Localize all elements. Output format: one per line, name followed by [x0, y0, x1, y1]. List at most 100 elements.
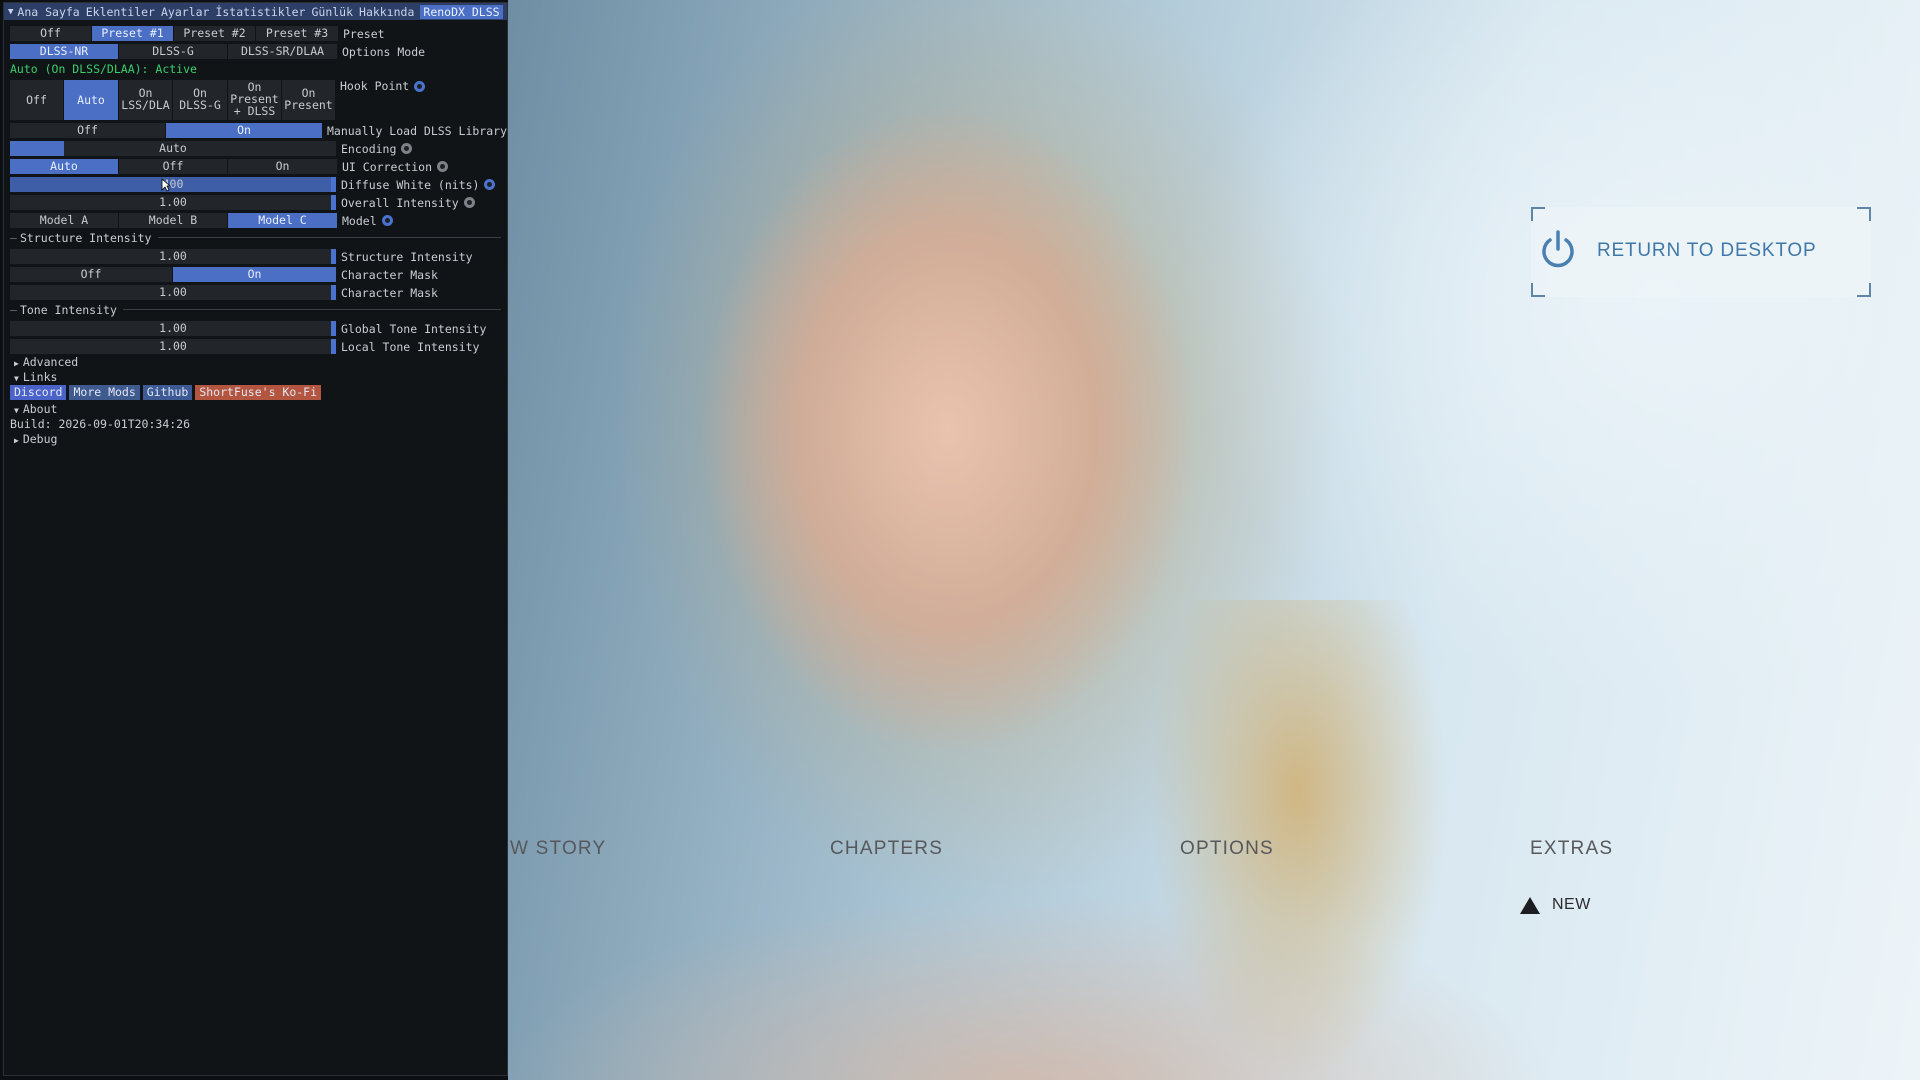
tree-advanced-label: Advanced: [22, 355, 79, 369]
hook-on-present[interactable]: On Present: [282, 80, 335, 120]
model-c[interactable]: Model C: [228, 213, 337, 228]
encoding-combo[interactable]: Auto: [10, 141, 336, 156]
menu-extras[interactable]: EXTRAS: [1530, 838, 1613, 860]
slider-grab[interactable]: [331, 195, 336, 210]
tree-about[interactable]: ▼ About: [14, 402, 57, 417]
mode-dlss-sr[interactable]: DLSS-SR/DLAA: [228, 44, 337, 59]
hook-off[interactable]: Off: [10, 80, 63, 120]
structure-intensity-value: 1.00: [159, 249, 187, 263]
tab-ayarlar[interactable]: Ayarlar: [161, 5, 209, 19]
tree-links[interactable]: ▼ Links: [14, 370, 57, 385]
local-tone-slider[interactable]: 1.00: [10, 339, 336, 354]
section-dash: –: [10, 230, 17, 245]
character-mask-off[interactable]: Off: [10, 267, 172, 282]
mouse-cursor-icon: [161, 178, 171, 192]
character-mask-value-row: 1.00 Character Mask: [10, 284, 507, 301]
character-mask-slider[interactable]: 1.00: [10, 285, 336, 300]
collapse-arrow-icon[interactable]: ▼: [8, 7, 13, 17]
info-icon[interactable]: [463, 197, 475, 208]
preset-3[interactable]: Preset #3: [256, 26, 338, 41]
github-link[interactable]: Github: [142, 385, 193, 400]
tree-links-label: Links: [22, 370, 58, 384]
tone-section-header: – Tone Intensity: [10, 302, 501, 317]
mode-dlss-nr[interactable]: DLSS-NR: [10, 44, 118, 59]
info-icon[interactable]: [401, 143, 413, 154]
model-label-wrap: Model: [342, 214, 393, 228]
overall-intensity-label-wrap: Overall Intensity: [341, 196, 475, 210]
global-tone-value: 1.00: [159, 321, 187, 335]
info-icon[interactable]: [437, 161, 449, 172]
tree-debug[interactable]: ▶ Debug: [14, 432, 57, 447]
manual-load-off[interactable]: Off: [10, 123, 166, 138]
reset-icon[interactable]: [381, 215, 393, 226]
tab-gunluk[interactable]: Günlük: [311, 5, 353, 19]
character-mask-value: 1.00: [159, 285, 187, 299]
reset-icon[interactable]: [484, 179, 496, 190]
collapse-arrow-icon: ▼: [14, 406, 19, 415]
section-divider: [157, 237, 501, 238]
character-mask-value-label: Character Mask: [341, 285, 438, 300]
local-tone-row: 1.00 Local Tone Intensity: [10, 338, 507, 355]
mode-dlss-g[interactable]: DLSS-G: [119, 44, 227, 59]
model-label: Model: [342, 213, 377, 228]
tab-hakkinda[interactable]: Hakkında: [359, 5, 414, 19]
character-mask-toggle-label: Character Mask: [341, 267, 438, 282]
menu-new-story[interactable]: W STORY: [510, 838, 606, 860]
slider-grab[interactable]: [331, 339, 336, 354]
reset-icon[interactable]: [414, 80, 426, 92]
preset-off[interactable]: Off: [10, 26, 91, 41]
encoding-value: Auto: [159, 141, 187, 155]
hook-on-dlss[interactable]: On LSS/DLA: [119, 80, 172, 120]
diffuse-white-slider[interactable]: 400: [10, 177, 336, 192]
build-info: Build: 2026-09-01T20:34:26: [10, 417, 191, 431]
encoding-label: Encoding: [341, 141, 397, 156]
hook-auto[interactable]: Auto: [64, 80, 118, 120]
overall-intensity-slider[interactable]: 1.00: [10, 195, 336, 210]
hook-on-dlss-g[interactable]: On DLSS-G: [173, 80, 227, 120]
more-mods-link[interactable]: More Mods: [69, 385, 140, 400]
slider-grab[interactable]: [331, 285, 336, 300]
tab-eklentiler[interactable]: Eklentiler: [86, 5, 155, 19]
global-tone-slider[interactable]: 1.00: [10, 321, 336, 336]
character-mask-on[interactable]: On: [173, 267, 336, 282]
ui-correction-label-wrap: UI Correction: [342, 160, 449, 174]
manual-load-label: Manually Load DLSS Library: [326, 123, 507, 138]
structure-intensity-label: Structure Intensity: [341, 249, 473, 264]
tree-debug-label: Debug: [22, 432, 58, 446]
return-to-desktop-button[interactable]: RETURN TO DESKTOP: [1531, 207, 1871, 297]
expand-arrow-icon: ▶: [14, 359, 19, 368]
manual-load-on[interactable]: On: [166, 123, 322, 138]
power-icon: [1542, 230, 1574, 268]
ui-correction-on[interactable]: On: [228, 159, 337, 174]
overall-intensity-row: 1.00 Overall Intensity: [10, 194, 507, 211]
ui-correction-auto[interactable]: Auto: [10, 159, 118, 174]
hook-on-present-dlss[interactable]: On Present + DLSS: [228, 80, 281, 120]
hook-point-label: Hook Point: [340, 79, 410, 93]
model-row: Model A Model B Model C Model: [10, 212, 507, 229]
section-divider: [122, 309, 501, 310]
model-b[interactable]: Model B: [119, 213, 227, 228]
alert-triangle-icon: [1520, 896, 1540, 914]
collapse-arrow-icon: ▼: [14, 374, 19, 383]
model-a[interactable]: Model A: [10, 213, 118, 228]
ui-correction-off[interactable]: Off: [119, 159, 227, 174]
tab-renodx-dlss[interactable]: RenoDX DLSS: [420, 4, 503, 19]
menu-options[interactable]: OPTIONS: [1180, 838, 1274, 860]
slider-grab[interactable]: [331, 177, 336, 192]
tree-advanced[interactable]: ▶ Advanced: [14, 355, 78, 370]
menu-chapters[interactable]: CHAPTERS: [830, 838, 943, 860]
tab-ana-sayfa[interactable]: Ana Sayfa: [17, 5, 79, 19]
manual-load-row: Off On Manually Load DLSS Library: [10, 122, 507, 139]
tab-istatistikler[interactable]: İstatistikler: [215, 5, 305, 19]
ui-correction-row: Auto Off On UI Correction: [10, 158, 507, 175]
encoding-row: Auto Encoding: [10, 140, 507, 157]
slider-grab[interactable]: [331, 321, 336, 336]
kofi-link[interactable]: ShortFuse's Ko-Fi: [195, 385, 322, 400]
slider-grab[interactable]: [331, 249, 336, 264]
discord-link[interactable]: Discord: [10, 385, 67, 400]
overall-intensity-value: 1.00: [159, 195, 187, 209]
structure-intensity-slider[interactable]: 1.00: [10, 249, 336, 264]
preset-1[interactable]: Preset #1: [92, 26, 173, 41]
preset-2[interactable]: Preset #2: [174, 26, 255, 41]
tone-section-title: Tone Intensity: [19, 302, 117, 317]
